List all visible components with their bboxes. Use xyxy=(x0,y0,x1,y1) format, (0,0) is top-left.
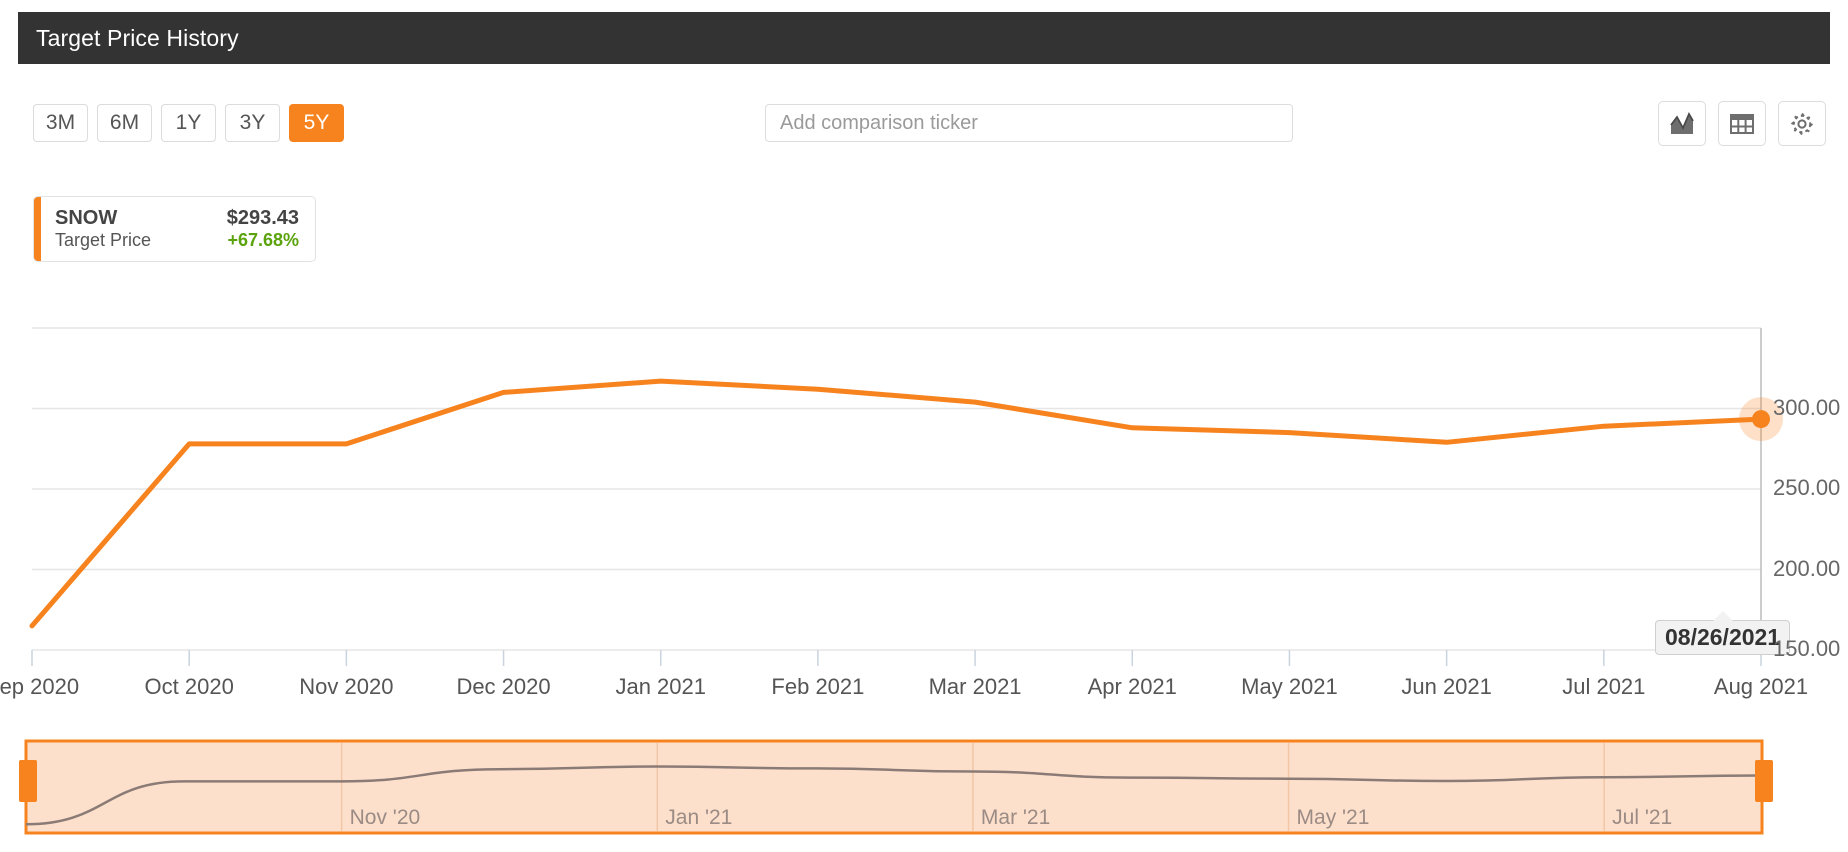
navigator-svg[interactable] xyxy=(0,732,1848,852)
navigator-gridlines xyxy=(340,743,1605,831)
legend-body: SNOW $293.43 Target Price +67.68% xyxy=(41,197,315,261)
y-axis-tick-label: 200.00 xyxy=(1773,555,1841,581)
series-legend-card[interactable]: SNOW $293.43 Target Price +67.68% xyxy=(33,196,316,262)
y-axis-tick-label: 250.00 xyxy=(1773,475,1841,500)
x-axis-tick-label: May 2021 xyxy=(1241,674,1338,699)
navigator-tick-label: May '21 xyxy=(1296,806,1370,829)
x-axis-tick-label: Mar 2021 xyxy=(928,674,1022,699)
navigator-handle-left[interactable] xyxy=(19,760,37,802)
chart-gridlines xyxy=(32,407,1761,651)
x-axis-tick-label: Jan 2021 xyxy=(615,674,706,699)
table-grid-icon xyxy=(1729,112,1755,136)
settings-icon-button[interactable] xyxy=(1778,101,1826,146)
navigator-handle-right[interactable] xyxy=(1755,760,1773,802)
navigator-series-line xyxy=(25,765,1763,826)
comparison-ticker-input[interactable] xyxy=(765,104,1293,142)
legend-color-swatch xyxy=(34,197,41,261)
window-title-bar: Target Price History xyxy=(18,12,1830,64)
crosshair-date-tooltip: 08/26/2021 xyxy=(1655,611,1791,655)
range-button-3y[interactable]: 3Y xyxy=(225,104,280,142)
series-line-snow xyxy=(29,378,1764,629)
chart-x-tickmarks xyxy=(31,650,1762,666)
x-axis-tick-label: Dec 2020 xyxy=(456,674,551,699)
range-button-6m[interactable]: 6M xyxy=(97,104,152,142)
navigator-tick-label: Jul '21 xyxy=(1612,806,1673,829)
navigator-tick-label: Mar '21 xyxy=(980,806,1051,829)
range-button-3m[interactable]: 3M xyxy=(33,104,88,142)
line-chart-icon xyxy=(1669,111,1695,136)
chart-tool-icons xyxy=(1658,101,1826,146)
x-axis-tick-label: Nov 2020 xyxy=(299,674,394,699)
x-axis-tick-label: Jun 2021 xyxy=(1401,674,1492,699)
chart-toolbar: 3M 6M 1Y 3Y 5Y xyxy=(0,101,1848,160)
x-axis-tick-label: Feb 2021 xyxy=(771,674,865,699)
legend-metric-label: Target Price xyxy=(55,230,152,250)
page-title: Target Price History xyxy=(36,24,239,51)
navigator-selection-area xyxy=(24,739,1764,835)
navigator-tick-label: Nov '20 xyxy=(349,806,421,829)
legend-top-row: SNOW $293.43 xyxy=(55,207,299,230)
y-axis-tick-label: 150.00 xyxy=(1773,636,1841,661)
x-axis-tick-label: Aug 2021 xyxy=(1713,674,1809,699)
line-chart-icon-button[interactable] xyxy=(1658,101,1706,146)
gear-icon xyxy=(1789,111,1815,137)
range-button-1y[interactable]: 1Y xyxy=(161,104,216,142)
x-axis-tick-label: Sep 2020 xyxy=(0,674,80,699)
x-axis-tick-label: Apr 2021 xyxy=(1087,674,1177,699)
legend-change-pct: +67.68% xyxy=(227,230,299,250)
x-axis-tick-label: Oct 2020 xyxy=(144,674,234,699)
legend-bottom-row: Target Price +67.68% xyxy=(55,230,299,251)
range-button-5y[interactable]: 5Y xyxy=(289,104,344,142)
table-view-icon-button[interactable] xyxy=(1718,101,1766,146)
legend-symbol: SNOW xyxy=(55,207,118,229)
x-axis-tick-label: Jul 2021 xyxy=(1562,674,1646,699)
y-axis-tick-label: 300.00 xyxy=(1773,394,1841,420)
range-selector-group: 3M 6M 1Y 3Y 5Y xyxy=(33,104,344,142)
legend-price: $293.43 xyxy=(226,207,299,229)
last-point-marker xyxy=(1752,410,1770,429)
navigator-tick-label: Jan '21 xyxy=(665,806,733,829)
